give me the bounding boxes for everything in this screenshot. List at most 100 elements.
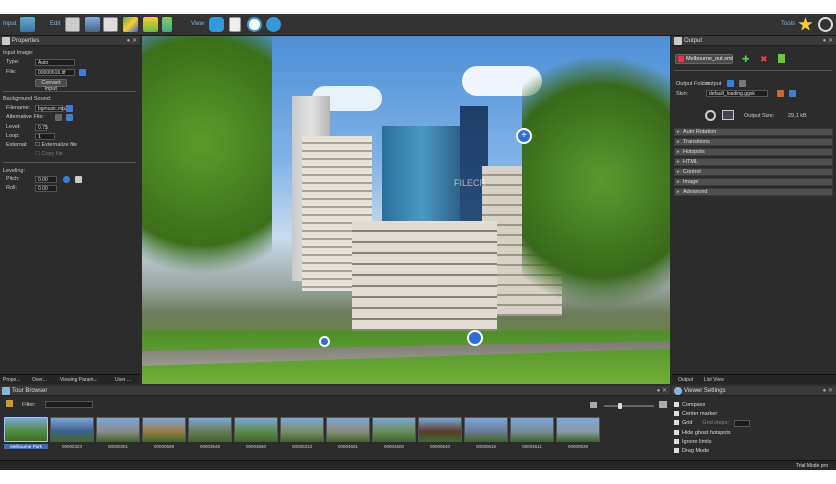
input-image-icon[interactable]	[20, 17, 35, 32]
panorama-thumbnail[interactable]	[556, 417, 600, 442]
pitch-field[interactable]: 0.00	[35, 176, 57, 183]
panorama-thumbnail[interactable]	[326, 417, 370, 442]
skin-browse-icon[interactable]	[789, 90, 796, 97]
properties-title: Properties	[12, 38, 40, 44]
compass-label: Compass	[682, 402, 706, 408]
binoculars-icon[interactable]	[209, 17, 224, 32]
zoom-slider-handle[interactable]	[618, 403, 622, 409]
panorama-thumbnail[interactable]	[96, 417, 140, 442]
compass-checkbox[interactable]: Compass	[674, 402, 705, 408]
section-control[interactable]: Control	[674, 168, 833, 176]
section-advanced[interactable]: Advanced	[674, 188, 833, 196]
hide-ghost-hotspots-checkbox[interactable]: Hide ghost hotspots	[674, 430, 731, 436]
tab-user[interactable]: User ...	[113, 376, 131, 384]
section-transitions[interactable]: Transitions	[674, 138, 833, 146]
center-marker-label: Center marker	[682, 411, 718, 417]
section-image[interactable]: Image	[674, 178, 833, 186]
panorama-thumbnail[interactable]	[234, 417, 278, 442]
type-label: Type:	[6, 59, 20, 65]
loop-field[interactable]: 1	[35, 133, 55, 140]
gear-icon[interactable]	[705, 110, 716, 121]
panorama-thumbnail[interactable]	[142, 417, 186, 442]
zoom-slider[interactable]	[604, 403, 654, 409]
panorama-viewer[interactable]: + FILECR	[142, 36, 670, 384]
folder-open-icon[interactable]	[739, 80, 746, 87]
grid-edit-icon[interactable]	[65, 17, 80, 32]
hotspot-marker[interactable]	[467, 330, 483, 346]
tab-output[interactable]: Output	[676, 376, 693, 384]
alt-file-gear-icon[interactable]	[55, 114, 62, 121]
type-select[interactable]: Auto	[35, 59, 75, 66]
section-hotspots[interactable]: Hotspots	[674, 148, 833, 156]
settings-wheel-icon[interactable]	[818, 17, 833, 32]
pitch-level-icon[interactable]	[75, 176, 82, 183]
tab-properties[interactable]: Prope...	[1, 376, 21, 384]
skin-label: Skin:	[676, 91, 689, 97]
panel-buttons[interactable]: ● ✕	[657, 386, 667, 396]
preview-icon[interactable]	[266, 17, 281, 32]
panorama-thumbnail-label: 00003650	[245, 444, 267, 449]
tab-viewing-parameters[interactable]: Viewing Param...	[58, 376, 98, 384]
tab-list-view[interactable]: List View	[702, 376, 724, 384]
drag-mode-label: Drag Mode	[682, 448, 710, 454]
tour-browser-header: Tour Browser ● ✕	[0, 386, 670, 396]
monitor-icon[interactable]	[85, 17, 100, 32]
convert-input-button[interactable]: Convert input	[35, 79, 67, 92]
star-icon[interactable]	[798, 17, 813, 31]
hotspot-marker[interactable]	[319, 336, 330, 347]
panorama-thumbnail[interactable]	[4, 417, 48, 442]
grid-checkbox[interactable]: Grid Grid steps:	[674, 420, 729, 426]
export-icon[interactable]	[778, 54, 785, 63]
cube-icon[interactable]	[143, 17, 158, 32]
add-output-icon[interactable]: ✚	[742, 54, 750, 65]
bottle-icon[interactable]	[162, 17, 172, 32]
viewer-settings-icon	[674, 387, 682, 395]
copy-file-checkbox[interactable]: ☐ Copy file	[35, 151, 63, 157]
filename-browse-icon[interactable]	[66, 105, 73, 112]
skin-select[interactable]: default_loading.ggsk	[706, 90, 768, 97]
skin-edit-icon[interactable]	[777, 90, 784, 97]
presentation-icon[interactable]	[103, 17, 118, 32]
ignore-limits-checkbox[interactable]: Ignore limits	[674, 439, 712, 445]
section-html[interactable]: HTML	[674, 158, 833, 166]
panorama-thumbnail[interactable]	[372, 417, 416, 442]
large-thumb-icon[interactable]	[659, 401, 667, 408]
document-icon[interactable]	[229, 17, 241, 32]
panorama-thumbnail[interactable]	[510, 417, 554, 442]
output-file-select[interactable]: Melbourne_out.xml	[675, 54, 733, 64]
clock-icon[interactable]	[247, 17, 262, 32]
drag-mode-checkbox[interactable]: Drag Mode	[674, 448, 709, 454]
add-hotspot-icon[interactable]: +	[516, 128, 532, 144]
divider	[674, 70, 832, 71]
folder-browse-icon[interactable]	[727, 80, 734, 87]
roll-field[interactable]: 0.00	[35, 185, 57, 192]
file-browse-icon[interactable]	[79, 69, 86, 76]
panel-buttons[interactable]: ● ✕	[823, 386, 833, 396]
level-field[interactable]: 0.75	[35, 124, 48, 131]
panorama-thumbnail[interactable]	[464, 417, 508, 442]
panel-buttons[interactable]: ● ✕	[823, 36, 833, 46]
remove-output-icon[interactable]: ✖	[760, 54, 768, 65]
panorama-thumbnail[interactable]	[418, 417, 462, 442]
tiles-icon[interactable]	[123, 17, 138, 32]
pitch-info-icon[interactable]	[63, 176, 70, 183]
center-marker-checkbox[interactable]: Center marker	[674, 411, 717, 417]
alt-file-browse-icon[interactable]	[66, 114, 73, 121]
panorama-thumbnail[interactable]	[188, 417, 232, 442]
filename-field[interactable]: bgmusic.mp3	[35, 105, 68, 112]
preview-monitor-icon[interactable]	[722, 110, 734, 120]
filter-input[interactable]	[45, 401, 93, 408]
level-label: Level:	[6, 124, 21, 130]
externalize-checkbox[interactable]: ☐ Externalize file	[35, 142, 77, 148]
small-thumb-icon[interactable]	[590, 402, 597, 408]
panorama-thumbnail[interactable]	[50, 417, 94, 442]
tour-browser-title: Tour Browser	[12, 388, 48, 394]
grid-steps-field[interactable]	[734, 420, 750, 427]
panel-buttons[interactable]: ● ✕	[127, 36, 137, 46]
left-tab-strip: Prope... Over... Viewing Param... User .…	[0, 374, 140, 384]
folder-icon[interactable]	[6, 400, 13, 407]
panorama-thumbnail[interactable]	[280, 417, 324, 442]
tab-overview[interactable]: Over...	[30, 376, 47, 384]
file-field[interactable]: 00000616.tif	[35, 69, 75, 76]
section-auto-rotation[interactable]: Auto Rotation	[674, 128, 833, 136]
